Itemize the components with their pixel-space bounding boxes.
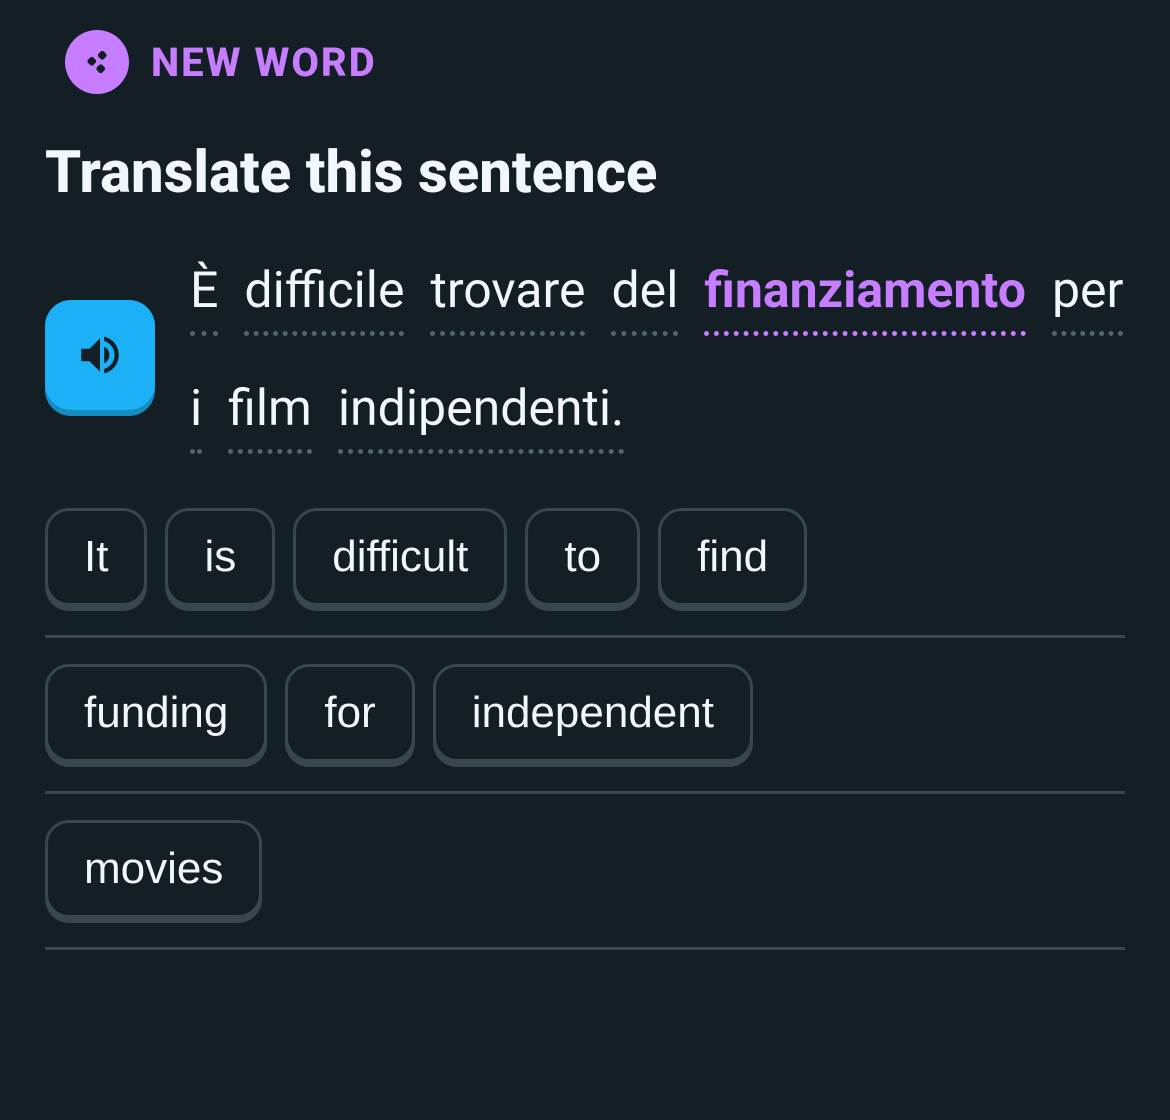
source-word[interactable]: È (190, 262, 218, 330)
sparkle-icon (79, 44, 115, 80)
answer-line: Itisdifficulttofind (45, 508, 1125, 638)
word-chip[interactable]: is (165, 508, 275, 606)
play-audio-button[interactable] (45, 300, 155, 410)
sentence-area: Èdifficile trovare del finanziamento per ifil… (45, 262, 1125, 448)
new-word-icon (65, 30, 129, 94)
word-chip[interactable]: for (285, 664, 414, 762)
word-chip[interactable]: find (658, 508, 807, 606)
word-chip[interactable]: It (45, 508, 147, 606)
source-word[interactable]: film (228, 380, 312, 448)
word-chip[interactable]: difficult (293, 508, 507, 606)
answer-line: movies (45, 820, 1125, 950)
speaker-icon (75, 330, 125, 380)
answer-line: fundingforindependent (45, 664, 1125, 794)
new-word-badge: NEW WORD (65, 30, 1125, 94)
word-chip[interactable]: independent (433, 664, 753, 762)
answer-area: Itisdifficulttofind fundingforindependent… (45, 508, 1125, 976)
word-chip[interactable]: funding (45, 664, 267, 762)
word-chip[interactable]: movies (45, 820, 262, 918)
source-sentence: Èdifficile trovare del finanziamento per ifil… (190, 262, 1125, 448)
source-word[interactable]: del (611, 262, 678, 330)
source-word[interactable]: trovare (430, 262, 585, 330)
source-word[interactable]: difficile (244, 262, 404, 330)
new-word-label: NEW WORD (151, 39, 377, 86)
source-word[interactable]: per (1052, 262, 1124, 330)
source-word[interactable]: indipendenti. (338, 380, 624, 448)
word-chip[interactable]: to (525, 508, 640, 606)
source-word[interactable]: i (190, 380, 202, 448)
source-word[interactable]: finanziamento (704, 262, 1026, 330)
instruction-heading: Translate this sentence (45, 139, 1125, 207)
